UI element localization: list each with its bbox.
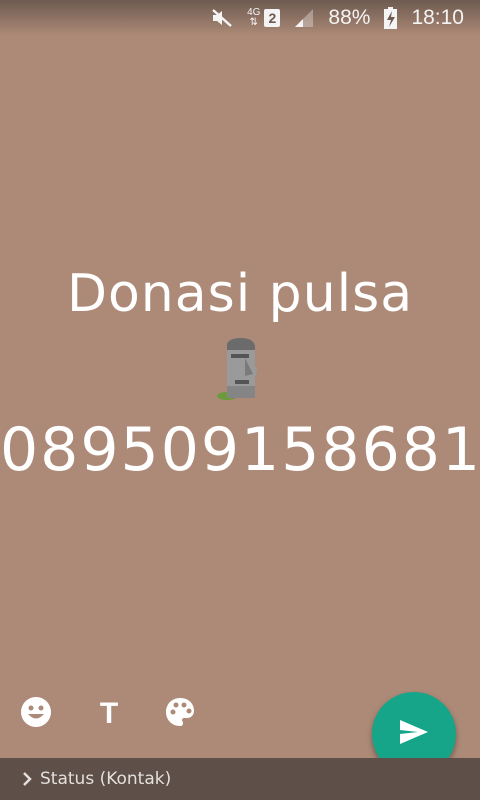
phone-number-text: 089509158681 xyxy=(0,415,480,485)
audience-bar[interactable]: Status (Kontak) xyxy=(0,758,480,800)
battery-charging-icon xyxy=(384,7,398,29)
background-color-button[interactable] xyxy=(160,694,200,734)
sim-number-badge: 2 xyxy=(264,9,281,27)
clock: 18:10 xyxy=(411,6,464,29)
signal-icon xyxy=(294,8,314,28)
status-text-line-2: 089509158681 xyxy=(0,408,480,492)
system-status-bar: 4G ⇅ 2 88% 18:10 xyxy=(0,0,480,36)
status-text-editor[interactable]: Donasi pulsa 089509158681 xyxy=(0,255,480,492)
font-button[interactable]: T xyxy=(89,694,129,734)
moai-emoji xyxy=(215,336,265,406)
battery-percent: 88% xyxy=(328,6,371,29)
send-icon xyxy=(399,719,429,749)
audience-label: Status (Kontak) xyxy=(40,769,172,789)
emoji-button[interactable] xyxy=(16,694,56,734)
smiley-icon xyxy=(20,696,52,732)
text-style-label: T xyxy=(99,697,119,730)
network-indicator: 4G ⇅ 2 xyxy=(247,8,281,28)
data-arrows-icon: ⇅ xyxy=(249,17,258,28)
chevron-right-icon xyxy=(22,772,32,786)
status-text-line-1: Donasi pulsa xyxy=(66,264,414,324)
palette-icon xyxy=(165,697,195,731)
mute-icon xyxy=(211,8,233,28)
editor-toolbar: T xyxy=(0,694,360,736)
